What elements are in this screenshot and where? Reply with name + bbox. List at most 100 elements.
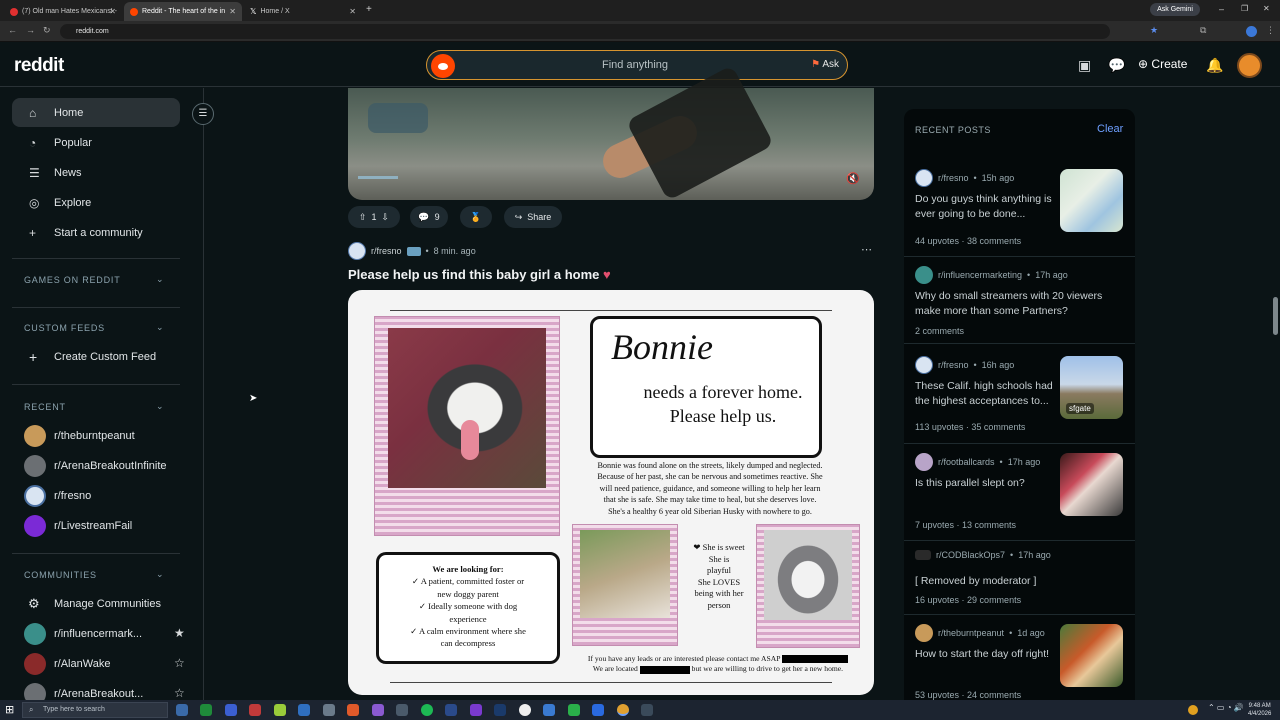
recent-post-item[interactable]: r/fresno • 15h ago Do you guys think anyth… [915, 169, 1125, 259]
community-item[interactable]: r/influencermark... ★ [24, 621, 185, 647]
chevron-down-icon[interactable]: ⌄ [156, 322, 164, 333]
xbox-icon[interactable] [200, 704, 212, 716]
chat-icon[interactable]: 💬 [1108, 57, 1125, 74]
app-icon[interactable] [225, 704, 237, 716]
mute-icon[interactable]: 🔇 [846, 172, 860, 185]
extensions-icon[interactable]: ⧉ [1200, 25, 1206, 36]
window-close-icon[interactable]: ✕ [1263, 4, 1270, 13]
downvote-icon[interactable]: ⇩ [382, 212, 390, 223]
section-communities[interactable]: COMMUNITIES [24, 570, 97, 580]
recent-community[interactable]: r/ArenaBreakoutInfinite [24, 453, 184, 479]
app-icon[interactable] [470, 704, 482, 716]
bookmark-star-icon[interactable]: ★ [1150, 25, 1158, 36]
forward-icon[interactable]: → [26, 25, 35, 35]
ask-gemini-button[interactable]: Ask Gemini [1150, 3, 1200, 16]
section-recent[interactable]: RECENT [24, 402, 66, 412]
comments-button[interactable]: 💬 9 [410, 206, 448, 228]
chevron-down-icon[interactable]: ⌄ [156, 274, 164, 285]
taskbar-clock[interactable]: 9:48 AM 4/4/2026 [1248, 702, 1271, 718]
app-icon[interactable] [641, 704, 653, 716]
back-icon[interactable]: ← [8, 25, 17, 35]
tray-icons[interactable]: ⌃ ▭ ◔ 🔊 [1208, 703, 1244, 712]
profile-icon[interactable] [1246, 26, 1257, 37]
app-icon[interactable] [298, 704, 310, 716]
app-icon[interactable] [396, 704, 408, 716]
windows-start-icon[interactable]: ⊞ [5, 703, 14, 716]
minimize-icon[interactable]: – [1219, 4, 1224, 14]
recent-post-item[interactable]: r/influencermarketing • 17h ago Why do sma… [915, 266, 1125, 346]
contact-line: If you have any leads or are interested … [587, 654, 781, 663]
zoom-icon[interactable] [592, 704, 604, 716]
browser-tab[interactable]: (7) Old man Hates Mexicans! - ✕ [4, 2, 122, 21]
chrome-icon[interactable] [617, 704, 629, 716]
weather-icon[interactable] [1188, 705, 1198, 715]
app-icon[interactable] [323, 704, 335, 716]
browser-tab[interactable]: 𝕏 Home / X ✕ [244, 2, 362, 21]
nav-popular[interactable]: ◔ Popular [12, 128, 180, 157]
advertise-icon[interactable]: ▣ [1078, 57, 1091, 74]
sidebar-toggle-button[interactable]: ☰ [192, 103, 214, 125]
close-icon[interactable]: ✕ [229, 7, 236, 16]
app-icon[interactable] [445, 704, 457, 716]
search-bar[interactable]: Find anything ⚑ Ask [426, 50, 848, 80]
browser-tab-active[interactable]: Reddit - The heart of the in ✕ [124, 2, 242, 21]
more-options-icon[interactable]: ⋯ [861, 243, 872, 256]
spotify-icon[interactable] [421, 704, 433, 716]
page-scrollbar[interactable] [1273, 297, 1278, 335]
divider [12, 384, 180, 385]
app-icon[interactable] [372, 704, 384, 716]
task-view-icon[interactable] [176, 704, 188, 716]
nav-start-community[interactable]: + Start a community [12, 218, 180, 247]
chevron-down-icon[interactable]: ⌄ [156, 401, 164, 412]
post-title[interactable]: Please help us find this baby girl a hom… [348, 267, 611, 282]
maximize-icon[interactable]: ❐ [1241, 4, 1248, 13]
post-subreddit[interactable]: r/fresno [371, 246, 402, 256]
close-icon[interactable]: ✕ [109, 7, 116, 16]
clear-button[interactable]: Clear [1097, 123, 1123, 135]
user-avatar[interactable] [1237, 53, 1262, 78]
app-icon[interactable] [347, 704, 359, 716]
steam-icon[interactable] [494, 704, 506, 716]
post-image[interactable]: Bonnie needs a forever home. Please help… [348, 290, 874, 695]
nav-explore[interactable]: ◎ Explore [12, 188, 180, 217]
recent-community[interactable]: r/LivestreamFail [24, 513, 184, 539]
recent-post-item[interactable]: r/CODBlackOps7 • 17h ago [ Removed by mode… [915, 550, 1125, 630]
recent-community[interactable]: r/theburntpeanut [24, 423, 184, 449]
share-button[interactable]: ↪ Share [504, 206, 562, 228]
app-icon[interactable] [568, 704, 580, 716]
award-button[interactable]: 🏅 [460, 206, 492, 228]
community-item[interactable]: r/AlanWake ☆ [24, 651, 185, 677]
close-icon[interactable]: ✕ [349, 7, 356, 16]
url-field[interactable]: reddit.com [60, 24, 1110, 39]
section-games[interactable]: GAMES ON REDDIT [24, 275, 121, 285]
upvote-icon[interactable]: ⇧ [359, 212, 367, 223]
manage-communities[interactable]: ⚙ Manage Communities [24, 591, 184, 617]
menu-dots-icon[interactable]: ⋮ [1266, 25, 1275, 36]
create-custom-feed[interactable]: + Create Custom Feed [24, 344, 184, 370]
app-icon[interactable] [274, 704, 286, 716]
star-outline-icon[interactable]: ☆ [174, 686, 185, 700]
recent-community[interactable]: r/fresno [24, 483, 184, 509]
recent-post-item[interactable]: r/theburntpeanut • 1d ago How to start the… [915, 624, 1125, 709]
chevron-down-icon[interactable]: ⌄ [156, 569, 164, 580]
nav-news[interactable]: ☰ News [12, 158, 180, 187]
recent-post-item[interactable]: r/footballcards • 17h ago Is this parallel… [915, 453, 1125, 543]
reddit-logo[interactable]: reddit [14, 55, 64, 77]
taskbar-search[interactable]: ⌕ Type here to search [22, 702, 168, 718]
app-icon[interactable] [543, 704, 555, 716]
notifications-icon[interactable]: 🔔 [1206, 57, 1223, 74]
reload-icon[interactable]: ↻ [43, 25, 51, 36]
star-filled-icon[interactable]: ★ [174, 626, 185, 640]
new-tab-icon[interactable]: + [366, 4, 372, 15]
subreddit-avatar[interactable] [348, 242, 366, 260]
star-outline-icon[interactable]: ☆ [174, 656, 185, 670]
ask-button[interactable]: ⚑ Ask [811, 59, 839, 70]
create-button[interactable]: ⊕ Create [1138, 57, 1187, 71]
nav-home[interactable]: ⌂ Home [12, 98, 180, 127]
video-player[interactable]: 🔇 [348, 88, 874, 200]
recent-post-item[interactable]: r/fresno • 16h ago These Calif. high schoo… [915, 356, 1125, 446]
github-icon[interactable] [519, 704, 531, 716]
section-custom-feeds[interactable]: CUSTOM FEEDS [24, 323, 105, 333]
app-icon[interactable] [249, 704, 261, 716]
vote-pill[interactable]: ⇧ 1 ⇩ [348, 206, 400, 228]
